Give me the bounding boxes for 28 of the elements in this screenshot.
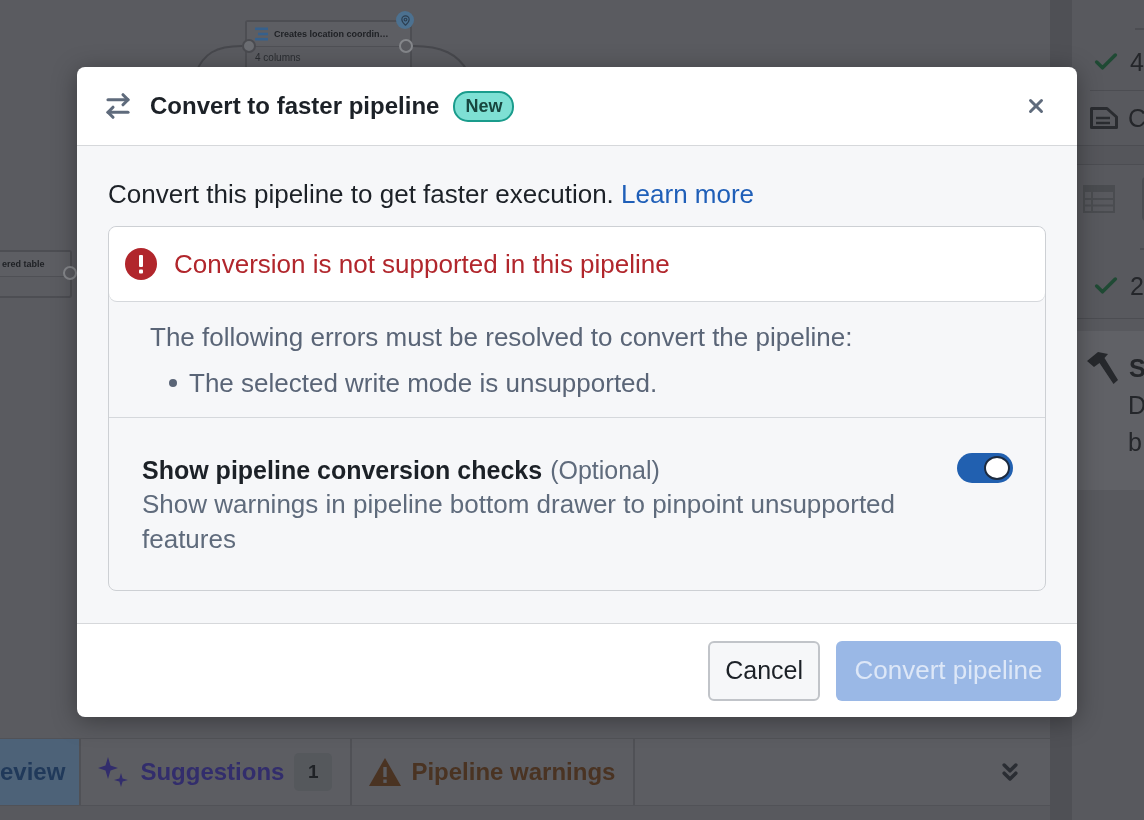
document-icon xyxy=(1090,107,1118,129)
toggle-switch[interactable] xyxy=(957,453,1013,483)
bullet-icon xyxy=(169,379,177,387)
cancel-button[interactable]: Cancel xyxy=(708,640,820,701)
node-title: ered table xyxy=(2,259,45,269)
optional-hint: (Optional) xyxy=(550,455,660,486)
connection-port[interactable] xyxy=(242,39,256,53)
setting-description: Show warnings in pipeline bottom drawer to pinpoint unsupported features xyxy=(142,488,897,556)
new-badge: New xyxy=(453,90,515,122)
error-item: The selected write mode is unsupported. xyxy=(189,367,658,399)
dialog-title: Convert to faster pipeline xyxy=(150,92,440,120)
setting-label: Show pipeline conversion checks xyxy=(142,455,543,486)
swap-arrows-icon xyxy=(103,91,133,121)
connection-port[interactable] xyxy=(63,266,77,280)
warning-icon xyxy=(369,758,402,786)
hammer-icon xyxy=(1087,351,1119,385)
dialog-description: Convert this pipeline to get faster execution. Learn more xyxy=(108,178,756,210)
section-text: D xyxy=(1128,390,1144,421)
error-icon xyxy=(125,248,157,280)
transform-icon xyxy=(255,27,268,41)
section-text: b xyxy=(1128,427,1142,458)
callout-title: Conversion is not supported in this pipeline xyxy=(174,248,670,280)
node-title: Creates location coordin… xyxy=(274,29,389,39)
section-title: S xyxy=(1129,353,1144,383)
learn-more-link[interactable]: Learn more xyxy=(621,179,755,209)
sparkle-icon xyxy=(98,757,129,787)
pipeline-node[interactable]: ered table xyxy=(0,250,72,298)
errors-intro: The following errors must be resolved to convert the pipeline: xyxy=(150,321,854,354)
